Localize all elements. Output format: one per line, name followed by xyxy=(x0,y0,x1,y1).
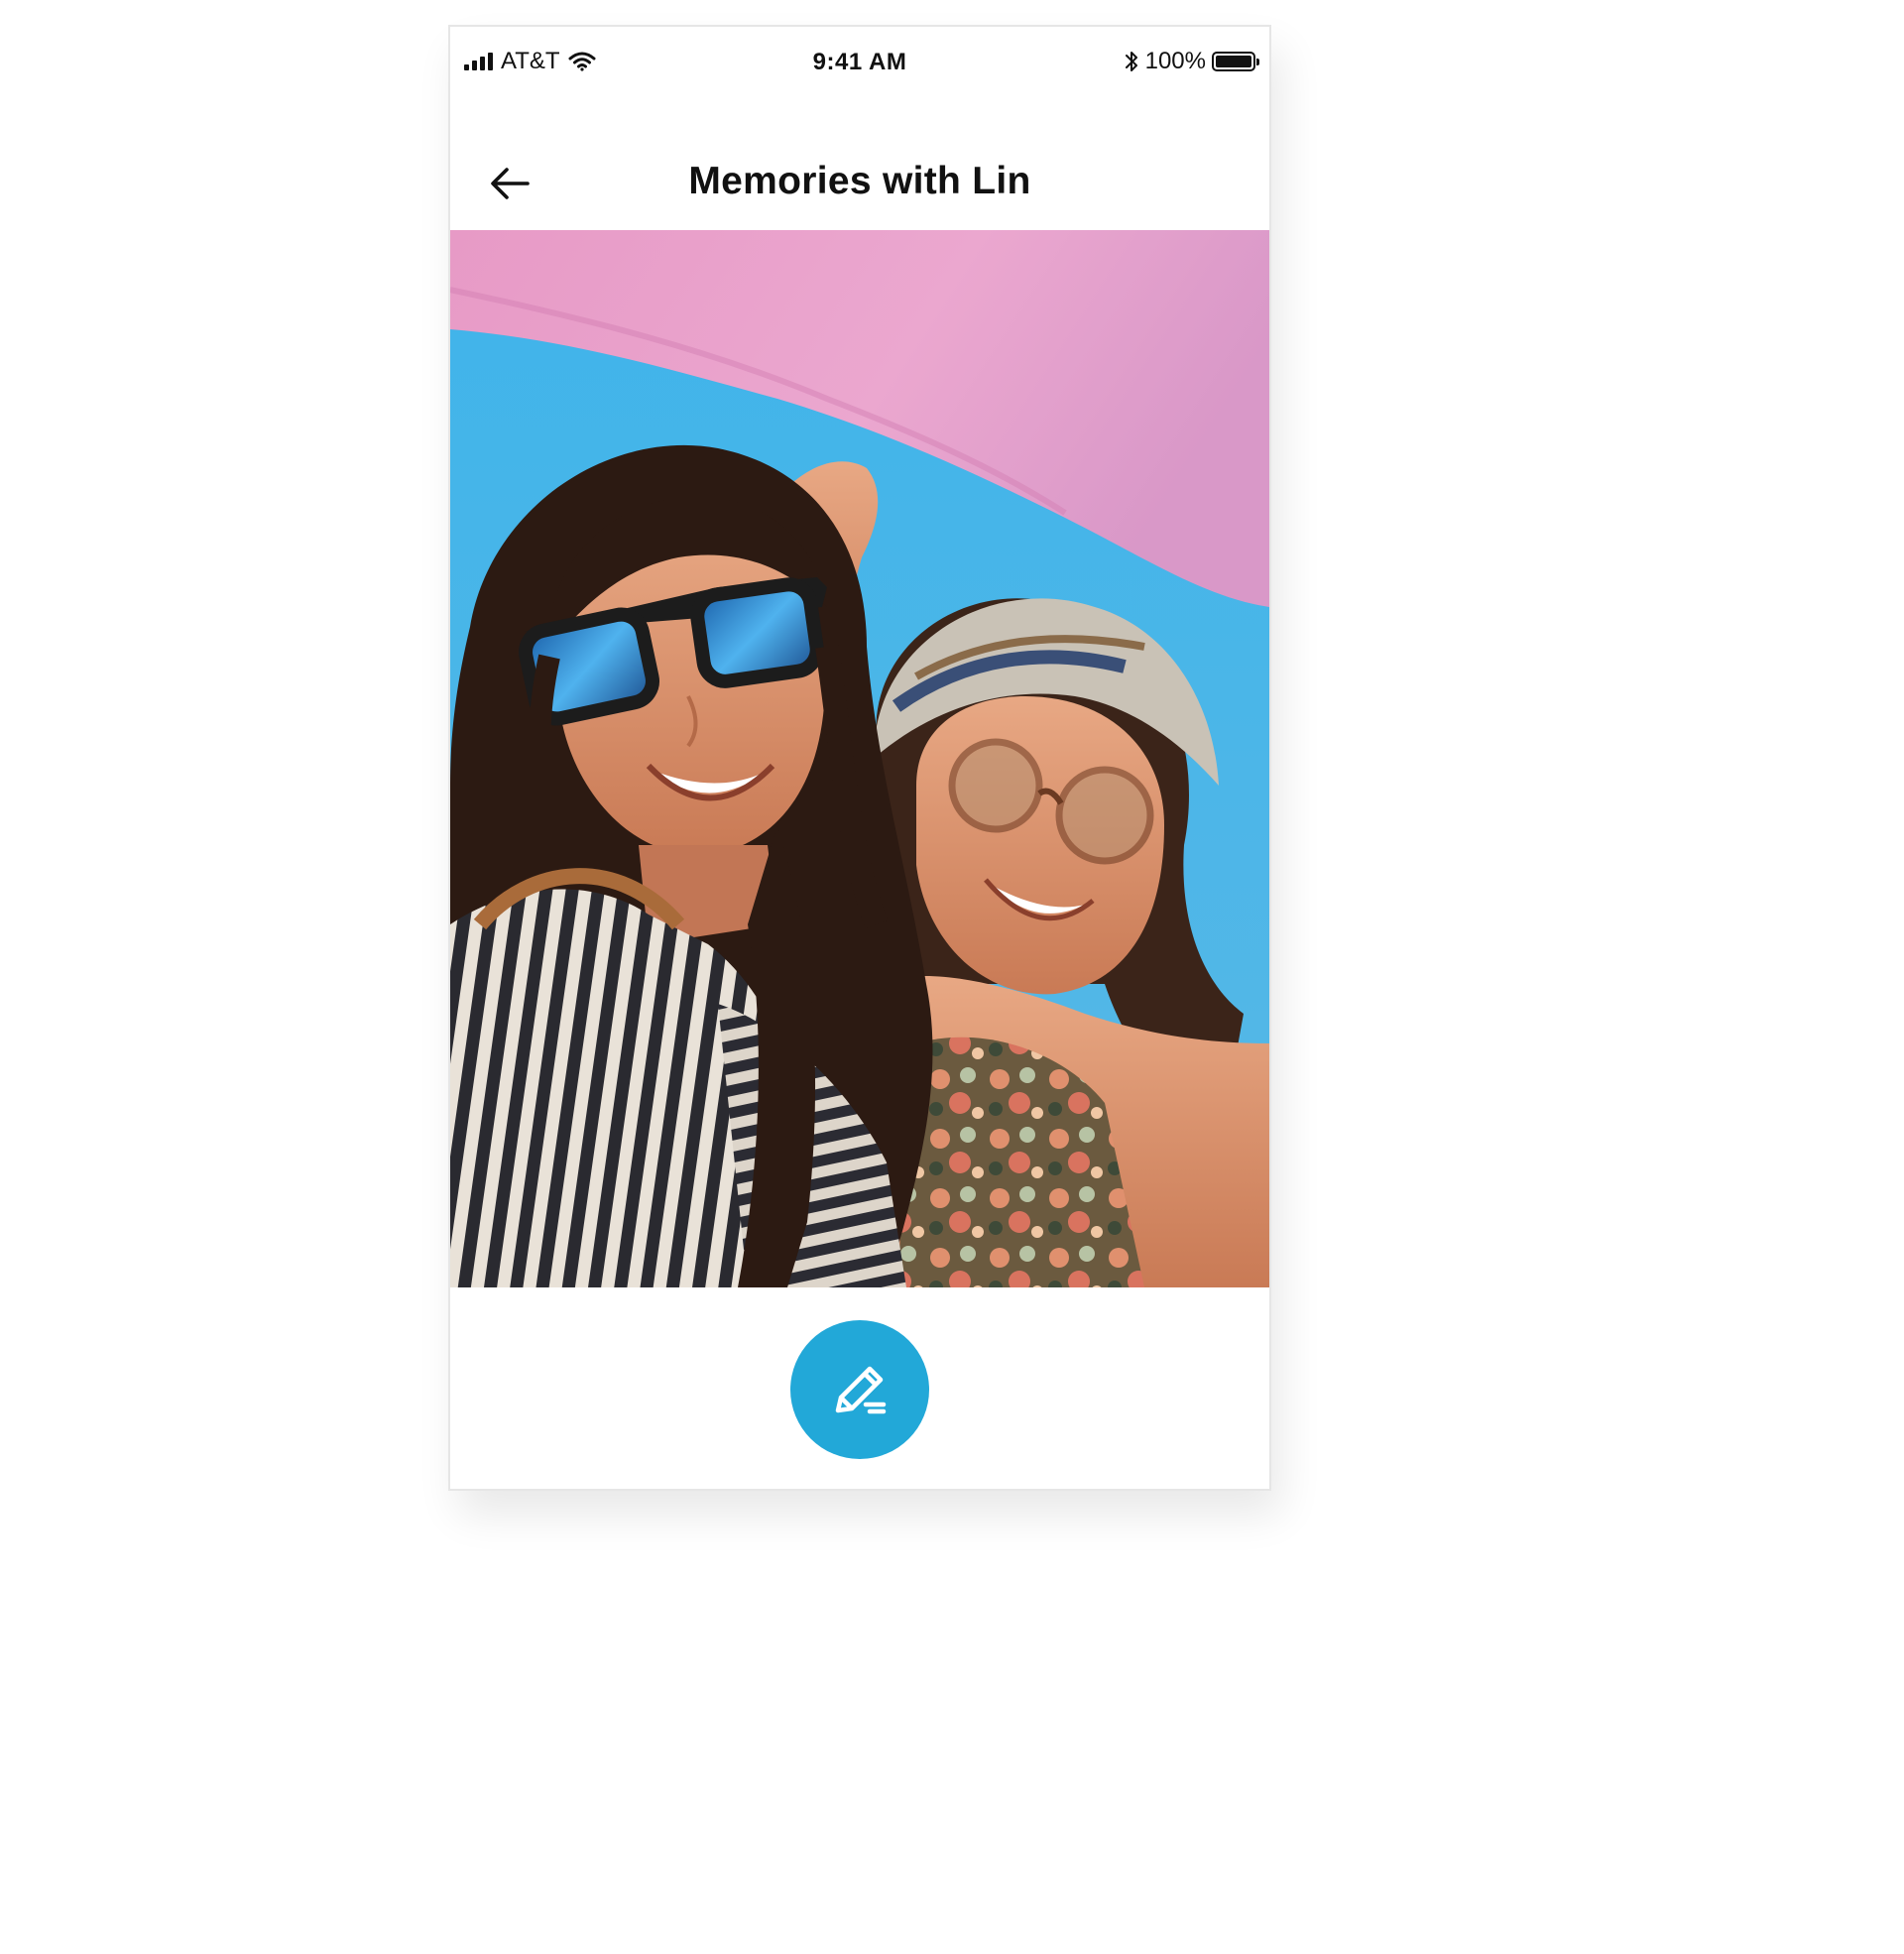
phone-frame: AT&T 9:41 AM 100% Memories with Lin xyxy=(448,25,1271,1491)
status-bar: AT&T 9:41 AM 100% xyxy=(450,27,1269,100)
bluetooth-icon xyxy=(1125,52,1137,71)
photo-image xyxy=(450,230,1269,1287)
edit-pencil-icon xyxy=(835,1366,887,1414)
battery-icon xyxy=(1212,52,1259,71)
battery-percent: 100% xyxy=(1144,48,1206,74)
page-title: Memories with Lin xyxy=(688,160,1031,202)
battery-level-fill xyxy=(1216,56,1251,67)
edit-memory-button[interactable] xyxy=(790,1320,929,1459)
memory-photo[interactable] xyxy=(450,230,1269,1287)
status-right: 100% xyxy=(1124,47,1261,76)
